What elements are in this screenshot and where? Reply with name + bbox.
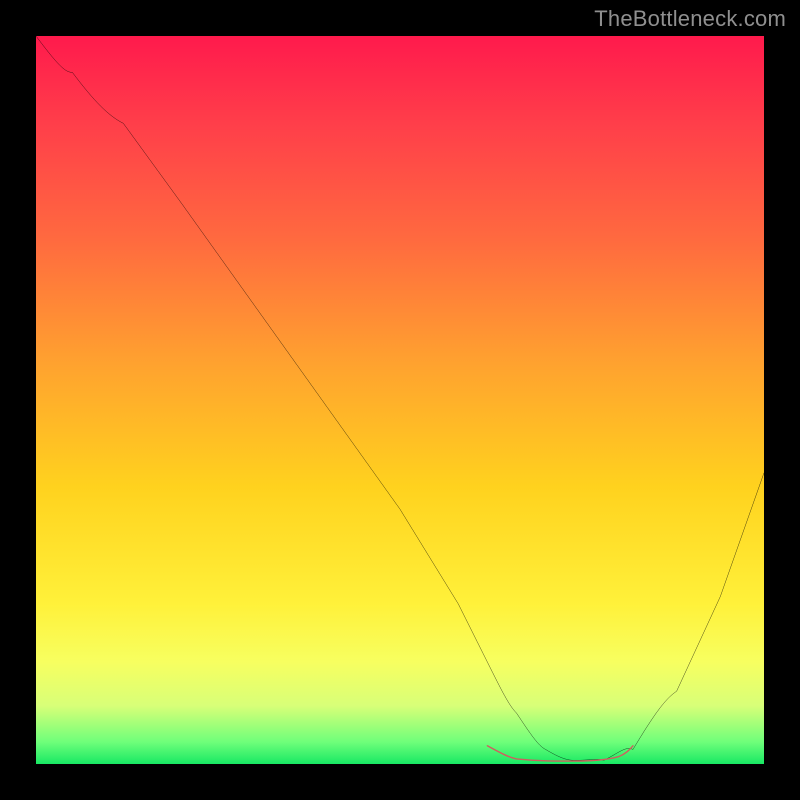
curve-layer (36, 36, 764, 764)
watermark: TheBottleneck.com (594, 6, 786, 32)
chart-frame: TheBottleneck.com (0, 0, 800, 800)
bottleneck-curve (36, 36, 764, 760)
flat-highlight (487, 746, 633, 761)
plot-area (36, 36, 764, 764)
